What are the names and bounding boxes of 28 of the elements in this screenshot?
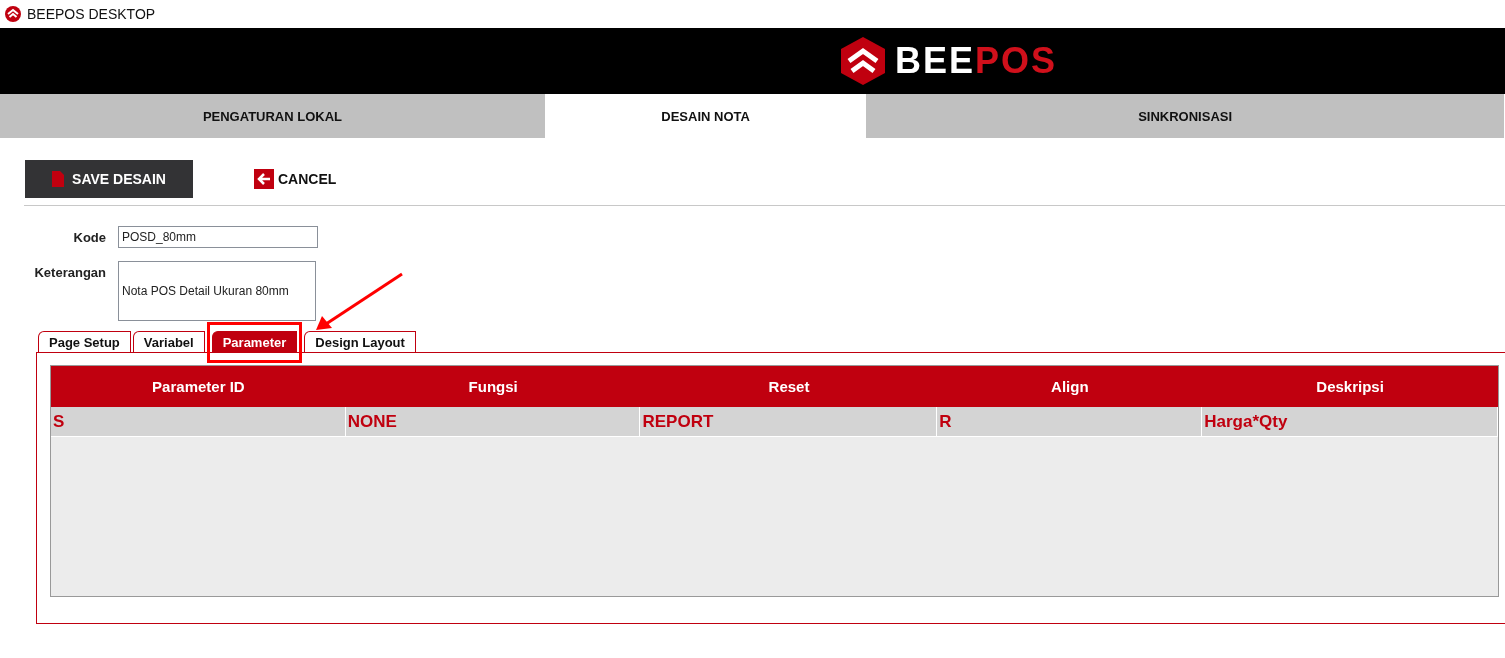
- nav-tab[interactable]: SINKRONISASI: [866, 94, 1505, 138]
- sub-tab[interactable]: Variabel: [132, 331, 205, 352]
- brand-logo-text: BEEPOS: [894, 40, 1057, 82]
- field-label: Keterangan: [33, 264, 106, 280]
- cancel-button[interactable]: CANCEL: [248, 168, 343, 190]
- column-header: Parameter ID: [151, 377, 246, 397]
- column-header: Reset: [767, 377, 811, 397]
- keterangan-text-area[interactable]: Nota POS Detail Ukuran 80mm: [118, 261, 316, 321]
- save-button[interactable]: SAVE DESAIN: [25, 160, 193, 198]
- column-header: Fungsi: [467, 377, 519, 397]
- table-cell: S: [51, 407, 346, 436]
- sub-tab[interactable]: Page Setup: [38, 331, 131, 352]
- sub-tab[interactable]: Parameter: [211, 331, 298, 352]
- table-cell: REPORT: [640, 407, 938, 436]
- window-title: BEEPOS DESKTOP: [27, 6, 156, 22]
- logo-hexagon-icon: [840, 37, 885, 85]
- table-cell: Harga*Qty: [1202, 407, 1498, 436]
- table-cell: R: [937, 407, 1203, 436]
- sub-tab[interactable]: Design Layout: [304, 331, 416, 352]
- kode-input-field[interactable]: POSD_80mm: [118, 226, 318, 248]
- field-label: Kode: [72, 229, 106, 245]
- back-arrow-icon: [254, 169, 274, 189]
- nav-tab[interactable]: PENGATURAN LOKAL: [0, 94, 546, 138]
- column-header: Deskripsi: [1315, 377, 1385, 397]
- table-cell: NONE: [345, 407, 641, 436]
- column-header: Align: [1050, 377, 1090, 397]
- document-icon: [52, 171, 65, 187]
- app-logo-icon: [5, 6, 21, 22]
